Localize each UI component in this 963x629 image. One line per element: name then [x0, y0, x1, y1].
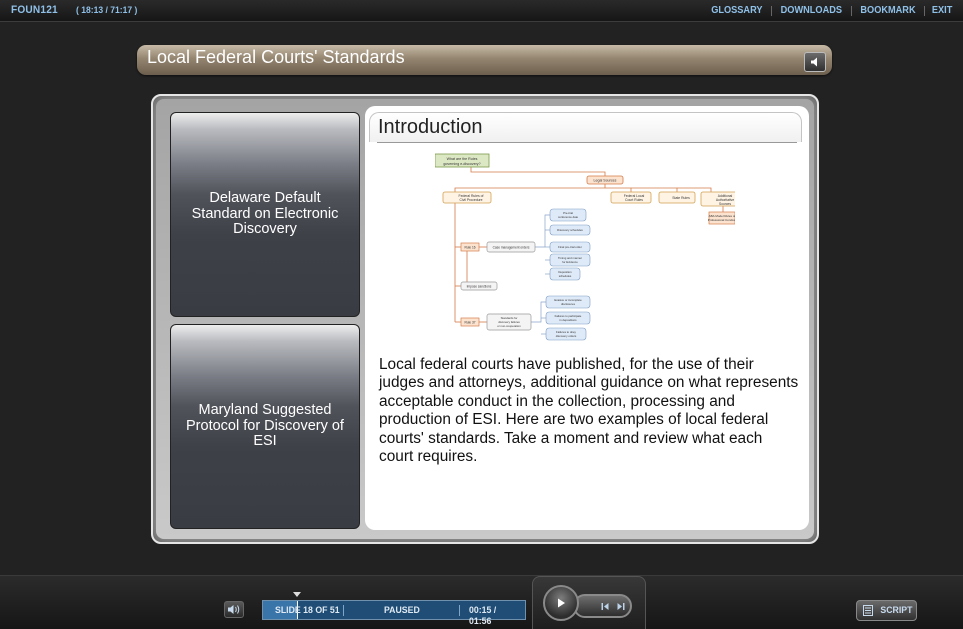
progress-divider [343, 605, 344, 616]
previous-icon [601, 602, 609, 610]
maryland-protocol-label: Maryland Suggested Protocol for Discover… [186, 402, 344, 450]
svg-text:in depositions: in depositions [559, 318, 577, 322]
playhead-marker[interactable] [293, 592, 301, 597]
intro-header: Introduction [369, 112, 802, 142]
svg-text:Civil Procedure: Civil Procedure [460, 198, 483, 202]
slide-content-frame: Delaware Default Standard on Electronic … [151, 94, 819, 544]
play-icon [558, 598, 565, 608]
intro-title: Introduction [378, 116, 483, 138]
slide-title: Local Federal Courts' Standards [147, 47, 405, 67]
delaware-standard-label: Delaware Default Standard on Electronic … [191, 190, 339, 238]
previous-slide-button[interactable] [601, 602, 610, 611]
playback-status: PAUSED [384, 605, 420, 616]
narration-audio-button[interactable] [804, 52, 826, 72]
diagram-case-management: Case management orders [493, 246, 530, 250]
nav-divider [771, 5, 773, 16]
diagram-state-rules: State Rules [672, 196, 690, 200]
slide-nav-pill [573, 594, 632, 618]
script-button[interactable]: SCRIPT [856, 600, 917, 621]
slide-indicator: SLIDE 18 OF 51 [275, 605, 340, 616]
bookmark-link[interactable]: BOOKMARK [860, 5, 915, 16]
play-button[interactable] [543, 585, 579, 621]
slide-progress-bar[interactable]: SLIDE 18 OF 51 PAUSED 00:15 / 01:56 [262, 592, 526, 627]
top-nav: GLOSSARY DOWNLOADS BOOKMARK EXIT [709, 5, 953, 16]
maryland-protocol-button[interactable]: Maryland Suggested Protocol for Discover… [170, 324, 360, 529]
progress-divider [459, 605, 460, 616]
svg-text:for Evidence: for Evidence [562, 260, 578, 264]
next-slide-button[interactable] [616, 602, 625, 611]
downloads-link[interactable]: DOWNLOADS [781, 5, 842, 16]
slide-title-bar: Local Federal Courts' Standards [137, 45, 832, 75]
course-elapsed-time: ( 18:13 / 71:17 ) [76, 5, 138, 16]
svg-text:Professional Conduct: Professional Conduct [708, 218, 735, 222]
diagram-discovery-schedules: Discovery schedules [557, 228, 583, 232]
slide-time: 00:15 / 01:56 [469, 605, 497, 627]
intro-body-text: Local federal courts have published, for… [379, 356, 799, 466]
svg-text:discovery orders: discovery orders [556, 334, 577, 338]
next-icon [617, 602, 625, 610]
nav-divider [850, 5, 852, 16]
nav-divider [923, 5, 925, 16]
svg-text:schedules: schedules [559, 274, 572, 278]
diagram-impose-sanctions: Impose sanctions [467, 285, 492, 289]
diagram-legal-sources: Legal Sources [594, 179, 617, 183]
svg-text:Court Rules: Court Rules [625, 198, 643, 202]
svg-text:conference date: conference date [558, 215, 579, 219]
diagram-final-pretrial: Final pre-trial order [558, 245, 582, 249]
intro-divider [377, 142, 797, 143]
volume-icon [228, 605, 240, 614]
top-bar: FOUN121 ( 18:13 / 71:17 ) GLOSSARY DOWNL… [0, 0, 963, 22]
glossary-link[interactable]: GLOSSARY [712, 5, 763, 16]
exit-link[interactable]: EXIT [932, 5, 952, 16]
svg-text:governing e-discovery?: governing e-discovery? [443, 162, 480, 166]
diagram-rule-16: Rule 16 [465, 246, 476, 250]
slide-content-inner: Delaware Default Standard on Electronic … [156, 99, 814, 539]
speaker-icon [811, 57, 817, 67]
course-code: FOUN121 [11, 4, 58, 16]
volume-button[interactable] [224, 601, 244, 618]
diagram-root-label: What are the Rules [447, 157, 478, 161]
content-panel: Introduction What are the Rules governin… [365, 106, 809, 530]
script-label: SCRIPT [880, 605, 913, 616]
svg-text:or non-cooperation: or non-cooperation [497, 324, 521, 328]
diagram-rule-37: Rule 37 [465, 321, 476, 325]
svg-text:Sources: Sources [719, 202, 731, 206]
ediscovery-rules-diagram: What are the Rules governing e-discovery… [435, 153, 735, 341]
delaware-standard-button[interactable]: Delaware Default Standard on Electronic … [170, 112, 360, 317]
svg-text:disclosures: disclosures [561, 302, 576, 306]
document-icon [863, 605, 873, 616]
